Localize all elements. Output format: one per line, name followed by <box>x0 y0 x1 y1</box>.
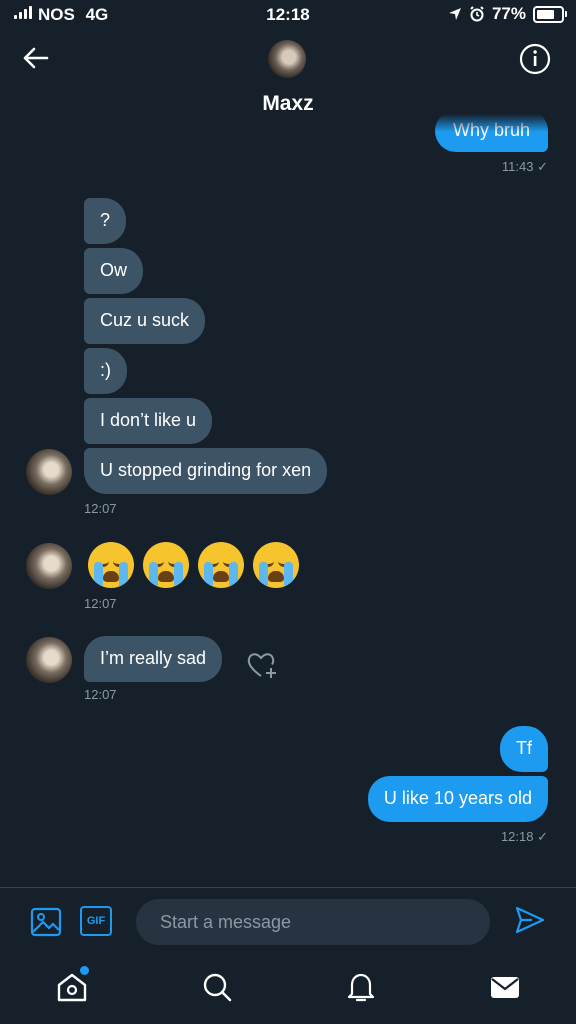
image-icon[interactable] <box>30 906 62 938</box>
message-timestamp: 12:07 <box>84 501 117 516</box>
home-notification-dot <box>80 966 89 975</box>
message-timestamp: 12:18 ✓ <box>500 829 548 844</box>
message-bubble-outgoing[interactable]: Tf <box>500 726 548 772</box>
message-bubble-incoming[interactable]: U stopped grinding for xen <box>84 448 328 494</box>
message-input[interactable]: Start a message <box>136 899 490 945</box>
messages-icon[interactable] <box>488 970 522 1004</box>
notifications-icon[interactable] <box>344 970 378 1004</box>
message-text: Cuz u suck <box>100 310 190 330</box>
alarm-icon <box>470 6 484 22</box>
message-timestamp: 12:07 <box>84 687 117 702</box>
message-input-placeholder: Start a message <box>160 912 292 932</box>
sender-avatar[interactable] <box>26 543 72 589</box>
message-bubble-incoming[interactable]: Ow <box>84 248 143 294</box>
loudly-crying-face-emoji <box>88 542 134 588</box>
loudly-crying-face-emoji <box>253 542 299 588</box>
loudly-crying-face-emoji <box>198 542 244 588</box>
loudly-crying-face-emoji <box>143 542 189 588</box>
message-bubble-incoming[interactable]: Cuz u suck <box>84 298 206 344</box>
message-text: U like 10 years old <box>383 788 532 808</box>
back-arrow-icon[interactable] <box>18 40 54 76</box>
message-bubble-outgoing[interactable]: U like 10 years old <box>367 776 548 822</box>
conversation-title: Maxz <box>262 92 314 115</box>
gif-button[interactable]: GIF <box>80 906 112 936</box>
message-bubble-incoming[interactable]: I don’t like u <box>84 398 213 444</box>
message-text: I don’t like u <box>100 410 197 430</box>
message-timestamp: 12:07 <box>84 596 117 611</box>
composer-divider <box>0 887 576 888</box>
location-icon <box>448 8 461 20</box>
message-timestamp: 11:43 ✓ <box>501 159 548 174</box>
status-bar: NOS 4G 12:18 77% <box>0 0 576 30</box>
search-icon[interactable] <box>200 970 234 1004</box>
home-icon[interactable] <box>55 970 89 1004</box>
message-text: :) <box>100 360 111 380</box>
header-avatar[interactable] <box>268 40 306 78</box>
message-bubble-incoming[interactable]: :) <box>84 348 127 394</box>
sender-avatar[interactable] <box>26 449 72 495</box>
heart-plus-icon[interactable] <box>246 651 280 681</box>
message-text: ? <box>100 210 111 230</box>
sender-avatar[interactable] <box>26 637 72 683</box>
message-text: Ow <box>100 260 127 280</box>
info-icon[interactable] <box>518 42 552 76</box>
message-text: I’m really sad <box>100 648 207 668</box>
message-bubble-incoming[interactable]: I’m really sad <box>84 636 223 682</box>
message-bubble-incoming[interactable]: ? <box>84 198 127 244</box>
battery-percent: 77% <box>491 4 526 23</box>
send-icon[interactable] <box>514 904 546 936</box>
battery-icon <box>533 5 567 23</box>
message-text: Tf <box>516 738 532 758</box>
message-text: U stopped grinding for xen <box>100 460 312 480</box>
